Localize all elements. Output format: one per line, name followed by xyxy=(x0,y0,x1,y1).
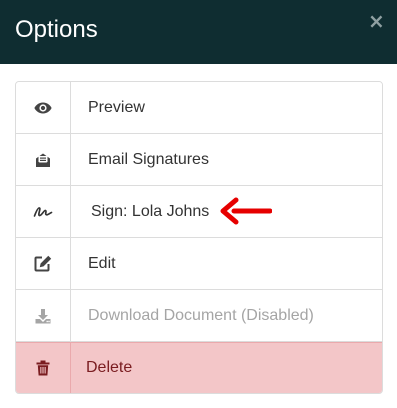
option-label: Delete xyxy=(86,359,133,376)
eye-icon xyxy=(16,82,71,133)
option-label: Sign: Lola Johns xyxy=(91,202,210,220)
annotation-arrow xyxy=(220,197,272,225)
download-icon xyxy=(16,290,71,341)
option-sign[interactable]: Sign: Lola Johns xyxy=(16,186,382,238)
dialog-title: Options xyxy=(15,16,98,43)
option-label: Download Document (Disabled) xyxy=(88,306,314,324)
option-edit[interactable]: Edit xyxy=(16,238,382,290)
signature-icon xyxy=(16,186,71,237)
option-label: Email Signatures xyxy=(88,150,209,168)
options-list: Preview Email Signatures Sign: Lola John… xyxy=(15,81,383,394)
envelope-open-icon xyxy=(16,134,71,185)
option-download-disabled: Download Document (Disabled) xyxy=(16,290,382,342)
dialog-header: Options × xyxy=(0,0,397,64)
option-preview[interactable]: Preview xyxy=(16,82,382,134)
trash-icon xyxy=(16,343,71,393)
options-dialog: Options × Preview Email Signatures Sign:… xyxy=(0,0,397,408)
option-label: Preview xyxy=(88,98,145,116)
option-label: Edit xyxy=(88,254,116,272)
option-delete[interactable]: Delete xyxy=(16,342,382,393)
option-email-signatures[interactable]: Email Signatures xyxy=(16,134,382,186)
pencil-square-icon xyxy=(16,238,71,289)
close-icon[interactable]: × xyxy=(368,11,385,31)
